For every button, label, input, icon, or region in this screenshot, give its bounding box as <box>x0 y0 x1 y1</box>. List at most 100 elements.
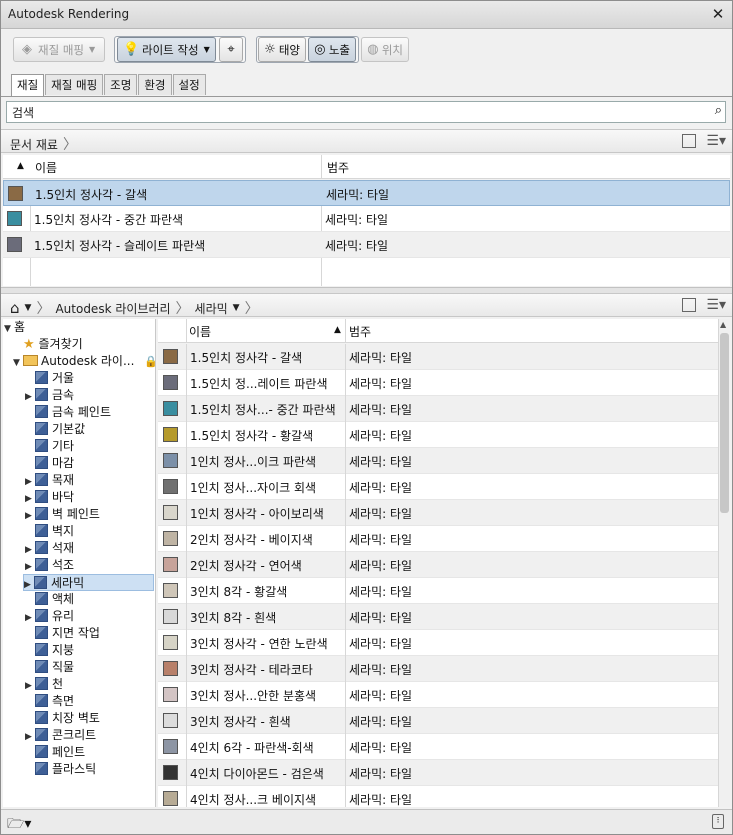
collapse-icon[interactable]: ▼ <box>4 321 14 338</box>
tree-item[interactable]: 지붕 <box>25 642 74 659</box>
table-row[interactable]: 1.5인치 정사각 - 갈색 세라믹: 타일 <box>158 344 718 370</box>
create-light-label: 라이트 작성 <box>142 42 199 57</box>
light-target-button[interactable]: ⌖ <box>219 37 243 62</box>
table-row[interactable]: 3인치 8각 - 흰색 세라믹: 타일 <box>158 604 718 630</box>
tree-item[interactable]: ▶ 바닥 <box>25 489 74 506</box>
material-options-icon[interactable]: 🗁▾ <box>7 813 31 835</box>
category-folder-icon <box>35 388 48 401</box>
library-scrollbar[interactable]: ▲ <box>718 319 730 807</box>
tree-item[interactable]: 치장 벽토 <box>25 710 100 727</box>
tree-item[interactable]: ▶ 석조 <box>25 557 74 574</box>
material-swatch <box>163 713 178 728</box>
table-row[interactable]: 4인치 다이아몬드 - 검은색 세라믹: 타일 <box>158 760 718 786</box>
table-row[interactable]: 1.5인치 정사각 - 슬레이트 파란색 세라믹: 타일 <box>3 232 730 258</box>
table-row[interactable]: 1인치 정사각 - 아이보리색 세라믹: 타일 <box>158 500 718 526</box>
tree-item[interactable]: ▶ 천 <box>25 676 63 693</box>
tree-item[interactable]: ▶ 유리 <box>25 608 74 625</box>
tree-item-label: 유리 <box>52 609 75 623</box>
tree-item[interactable]: ▶ 콘크리트 <box>25 727 96 744</box>
tree-item-label: 페인트 <box>52 745 86 759</box>
tree-item[interactable]: 측면 <box>25 693 74 710</box>
tree-item[interactable]: 페인트 <box>25 744 85 761</box>
sun-button[interactable]: ☼ 태양 <box>258 37 306 62</box>
library-breadcrumb-bar: ⌂ ▼ 〉 Autodesk 라이브러리 〉 세라믹 ▼ 〉 ☰▾ <box>1 293 732 317</box>
breadcrumb-document-materials[interactable]: 문서 재료 <box>10 136 58 153</box>
material-swatch <box>163 453 178 468</box>
create-light-button[interactable]: 💡 라이트 작성 ▼ <box>117 37 216 62</box>
search-input[interactable] <box>7 102 697 122</box>
tree-item-label: 기타 <box>52 439 75 453</box>
table-row[interactable]: 1.5인치 정사...- 중간 파란색 세라믹: 타일 <box>158 396 718 422</box>
tree-item[interactable]: ▶ 벽 페인트 <box>25 506 100 523</box>
tree-item[interactable]: 기본값 <box>25 421 85 438</box>
chevron-down-icon[interactable]: ▼ <box>233 303 240 313</box>
tree-item[interactable]: 마감 <box>25 455 74 472</box>
search-icon[interactable]: ⌕ <box>715 103 722 118</box>
table-row[interactable]: 1인치 정사...이크 파란색 세라믹: 타일 <box>158 448 718 474</box>
panel-toggle-icon[interactable] <box>682 134 697 148</box>
tree-item-favorites[interactable]: ★ 즐겨찾기 <box>23 336 83 353</box>
tab-materials[interactable]: 재질 <box>11 74 45 97</box>
scroll-up-icon[interactable]: ▲ <box>720 320 726 329</box>
tab-environment[interactable]: 환경 <box>138 74 172 95</box>
scrollbar-thumb[interactable] <box>720 333 729 513</box>
table-row[interactable]: 3인치 정사각 - 테라코타 세라믹: 타일 <box>158 656 718 682</box>
tree-item[interactable]: 직물 <box>25 659 74 676</box>
chevron-down-icon: ▼ <box>203 45 210 54</box>
collapse-icon[interactable]: ▼ <box>13 355 23 372</box>
category-folder-icon <box>35 643 48 656</box>
table-row[interactable]: 3인치 정사각 - 흰색 세라믹: 타일 <box>158 708 718 734</box>
tree-item-autodesk-library[interactable]: ▼Autodesk 라이... 🔒 <box>13 353 155 372</box>
tree-item[interactable]: ▶ 목재 <box>25 472 74 489</box>
table-row[interactable]: 3인치 정사...안한 분홍색 세라믹: 타일 <box>158 682 718 708</box>
tree-item[interactable]: 액체 <box>25 591 74 608</box>
table-row[interactable]: 4인치 정사...크 베이지색 세라믹: 타일 <box>158 786 718 807</box>
close-icon[interactable]: ✕ <box>710 5 726 23</box>
breadcrumb-autodesk-library[interactable]: Autodesk 라이브러리 <box>55 300 170 317</box>
tree-item-label: 치장 벽토 <box>52 711 100 725</box>
tree-item[interactable]: 거울 <box>25 370 74 387</box>
tree-item-home[interactable]: ▼ 홈 <box>4 319 25 336</box>
material-category: 세라믹: 타일 <box>349 663 413 677</box>
tree-item[interactable]: ▶ 금속 <box>25 387 74 404</box>
chevron-down-icon[interactable]: ▼ <box>25 303 32 313</box>
table-row[interactable]: 1.5인치 정...레이트 파란색 세라믹: 타일 <box>158 370 718 396</box>
tree-item[interactable]: 플라스틱 <box>25 761 96 778</box>
table-row[interactable]: 1인치 정사...자이크 회색 세라믹: 타일 <box>158 474 718 500</box>
tab-material-mapping[interactable]: 재질 매핑 <box>45 74 104 95</box>
tree-item[interactable]: ▶ 석재 <box>25 540 74 557</box>
breadcrumb-ceramic[interactable]: 세라믹 <box>195 300 228 317</box>
header-category[interactable]: 범주 <box>349 323 371 340</box>
home-icon[interactable]: ⌂ <box>10 299 20 317</box>
list-view-icon[interactable]: ☰▾ <box>706 133 726 149</box>
table-row[interactable]: 3인치 8각 - 황갈색 세라믹: 타일 <box>158 578 718 604</box>
tree-item-label: 직물 <box>52 660 75 674</box>
table-row[interactable]: 2인치 정사각 - 베이지색 세라믹: 타일 <box>158 526 718 552</box>
location-button[interactable]: ◍ 위치 <box>361 37 409 62</box>
tree-item[interactable]: ▶ 세라믹 <box>23 574 154 591</box>
material-mapping-button[interactable]: ◈ 재질 매핑 ▼ <box>13 37 105 62</box>
table-row[interactable]: 2인치 정사각 - 연어색 세라믹: 타일 <box>158 552 718 578</box>
sort-up-icon[interactable]: ▲ <box>334 325 341 335</box>
panel-settings-icon[interactable]: ⁝ <box>712 814 724 829</box>
table-row[interactable]: 1.5인치 정사각 - 갈색 세라믹: 타일 <box>3 180 730 206</box>
header-name[interactable]: 이름 <box>189 323 211 340</box>
tab-lighting[interactable]: 조명 <box>104 74 138 95</box>
panel-toggle-icon[interactable] <box>682 298 697 312</box>
tree-item[interactable]: 금속 페인트 <box>25 404 111 421</box>
tree-item[interactable]: 벽지 <box>25 523 74 540</box>
table-row[interactable]: 3인치 정사각 - 연한 노란색 세라믹: 타일 <box>158 630 718 656</box>
tree-item[interactable]: 기타 <box>25 438 74 455</box>
list-view-icon[interactable]: ☰▾ <box>706 297 726 313</box>
table-row[interactable]: 1.5인치 정사각 - 중간 파란색 세라믹: 타일 <box>3 206 730 232</box>
header-category[interactable]: 범주 <box>327 159 349 176</box>
column-divider <box>345 344 346 807</box>
tree-item[interactable]: 지면 작업 <box>25 625 100 642</box>
table-row[interactable]: 1.5인치 정사각 - 황갈색 세라믹: 타일 <box>158 422 718 448</box>
material-category: 세라믹: 타일 <box>349 481 413 495</box>
exposure-button[interactable]: ◎ 노출 <box>308 37 356 62</box>
sort-up-icon[interactable]: ▲ <box>17 161 24 171</box>
tab-settings[interactable]: 설정 <box>172 74 206 95</box>
header-name[interactable]: 이름 <box>35 159 57 176</box>
table-row[interactable]: 4인치 6각 - 파란색-회색 세라믹: 타일 <box>158 734 718 760</box>
